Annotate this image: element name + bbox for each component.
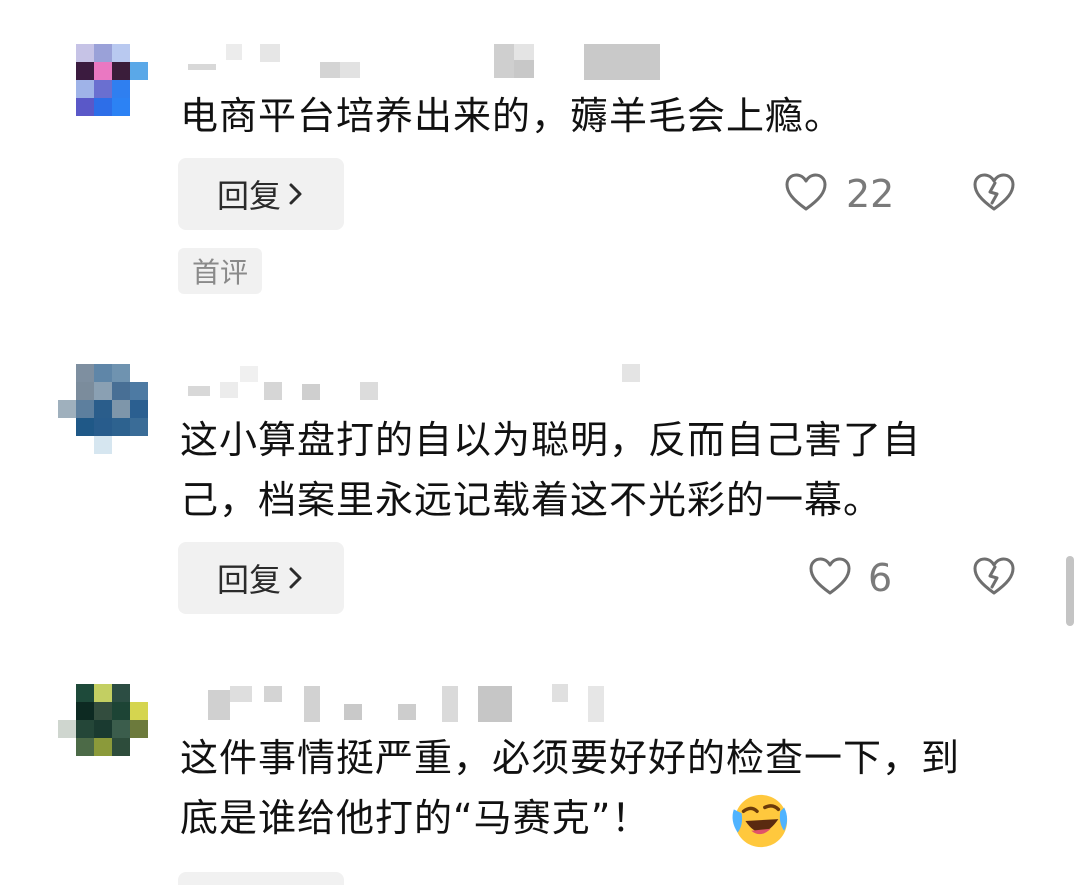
comment-text-line: 这件事情挺严重，必须要好好的检查一下，到	[180, 736, 961, 780]
comment-feed: 电商平台培养出来的，薅羊毛会上瘾。 回复 22 首评 这小算盘打的自以为聪明，反…	[0, 0, 1076, 885]
comment-text: 这件事情挺严重，必须要好好的检查一下，到 底是谁给他打的“马赛克”！	[180, 728, 1030, 848]
comment-item: 这件事情挺严重，必须要好好的检查一下，到 底是谁给他打的“马赛克”！	[0, 0, 1076, 885]
avatar[interactable]	[56, 682, 152, 778]
laughing-crying-emoji-icon	[732, 794, 788, 848]
comment-text-line: 底是谁给他打的“马赛克”！	[180, 796, 651, 840]
username-redacted[interactable]	[180, 682, 700, 722]
reply-button[interactable]	[178, 872, 344, 885]
scrollbar[interactable]	[1066, 556, 1074, 626]
